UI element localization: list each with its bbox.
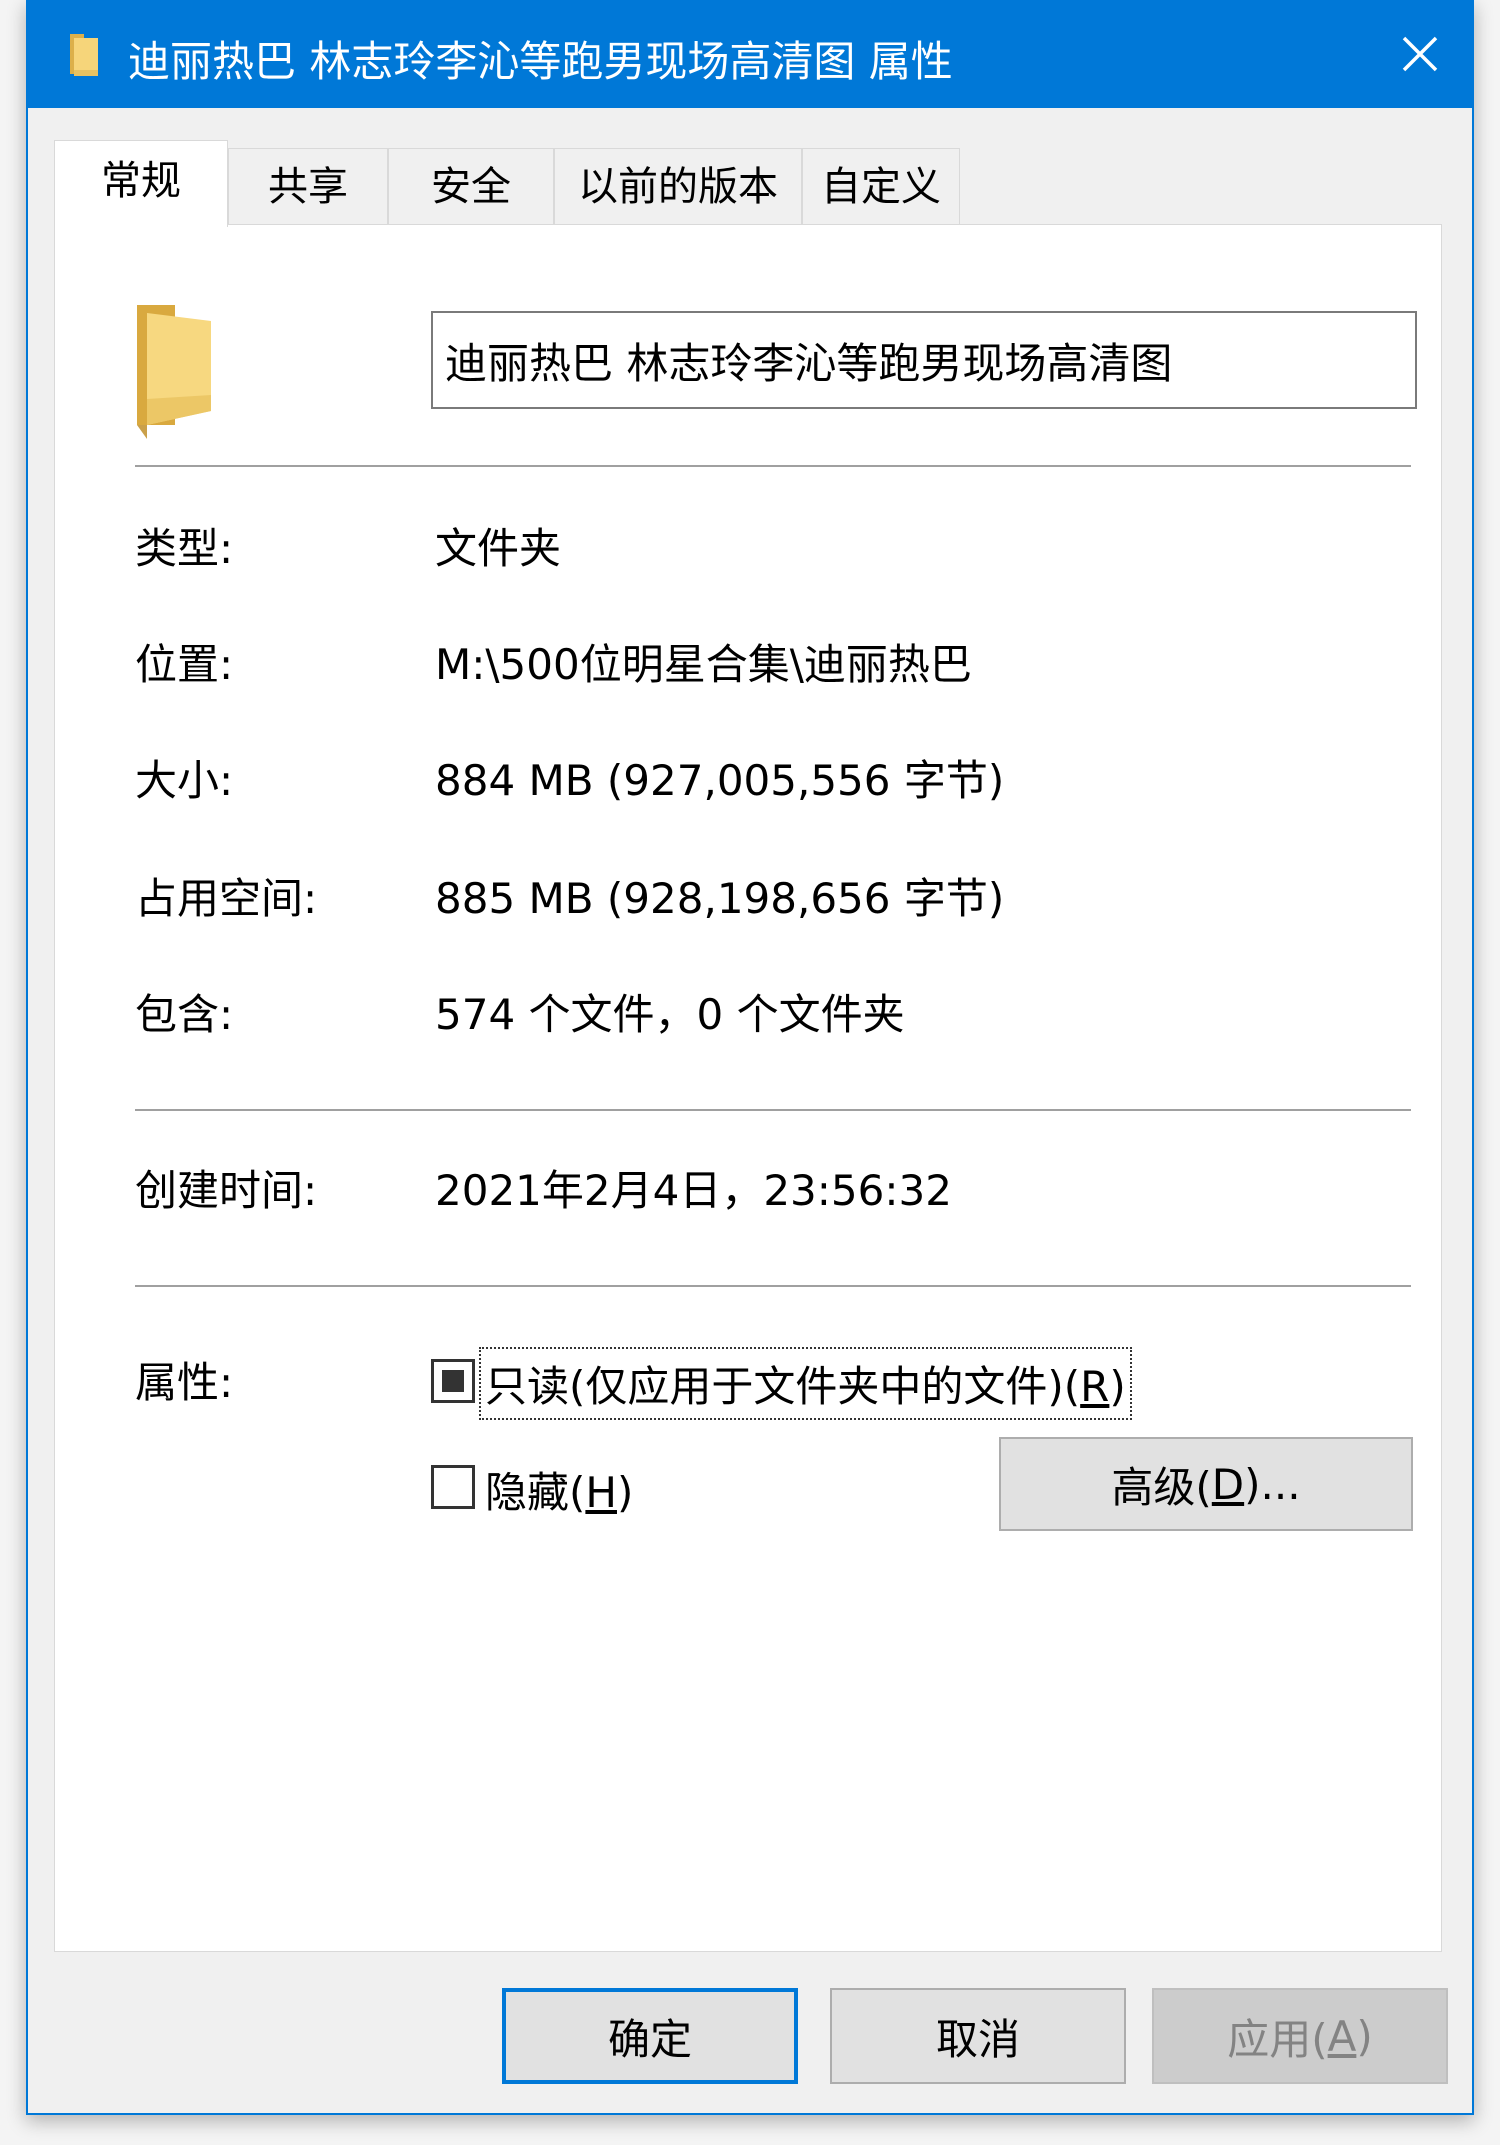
window-title: 迪丽热巴 林志玲李沁等跑男现场高清图 属性 [128,37,953,86]
created-value: 2021年2月4日，23:56:32 [435,1166,952,1215]
apply-text: 应用( [1227,2014,1328,2064]
title-bar[interactable]: 迪丽热巴 林志玲李沁等跑男现场高清图 属性 [28,2,1472,108]
advanced-close: )... [1244,1459,1301,1509]
attributes-label: 属性: [135,1358,234,1407]
properties-dialog: 迪丽热巴 林志玲李沁等跑男现场高清图 属性 常规 共享 安全 以前的版本 自定义… [26,0,1474,2115]
advanced-button[interactable]: 高级(D)... [999,1437,1413,1531]
hidden-accesskey: H [585,1468,617,1517]
folder-name-input[interactable] [431,311,1417,409]
tab-previous-versions[interactable]: 以前的版本 [554,148,802,224]
apply-button[interactable]: 应用(A) [1152,1988,1448,2084]
contains-label: 包含: [135,990,234,1039]
general-panel: 类型: 文件夹 位置: M:\500位明星合集\迪丽热巴 大小: 884 MB … [54,224,1442,1952]
size-label: 大小: [135,756,234,805]
advanced-text: 高级( [1111,1462,1212,1512]
advanced-accesskey: D [1211,1459,1245,1509]
cancel-button[interactable]: 取消 [830,1988,1126,2084]
separator [135,465,1411,467]
tab-security[interactable]: 安全 [388,148,554,224]
separator [135,1109,1411,1111]
hidden-text: 隐藏( [485,1468,586,1517]
tab-general[interactable]: 常规 [54,140,228,227]
location-label: 位置: [135,640,234,689]
ok-button[interactable]: 确定 [502,1988,798,2084]
apply-close: ) [1356,2011,1373,2061]
readonly-accesskey: R [1080,1362,1110,1411]
close-icon [1402,36,1438,72]
type-value: 文件夹 [435,524,562,573]
disk-size-value: 885 MB (928,198,656 字节) [435,874,1005,923]
readonly-label[interactable]: 只读(仅应用于文件夹中的文件)(R) [479,1347,1132,1420]
separator [135,1285,1411,1287]
readonly-text: 只读(仅应用于文件夹中的文件)( [485,1362,1081,1411]
apply-accesskey: A [1327,2011,1357,2061]
close-button[interactable] [1368,2,1472,106]
created-label: 创建时间: [135,1166,318,1215]
readonly-checkbox[interactable] [431,1359,475,1403]
hidden-checkbox[interactable] [431,1465,475,1509]
disk-size-label: 占用空间: [135,874,318,923]
hidden-close: ) [616,1468,634,1517]
hidden-label[interactable]: 隐藏(H) [485,1459,633,1520]
folder-icon [137,305,211,439]
contains-value: 574 个文件，0 个文件夹 [435,990,905,1039]
readonly-close: ) [1109,1362,1126,1411]
folder-icon [70,34,98,76]
tab-customize[interactable]: 自定义 [802,148,960,224]
tab-sharing[interactable]: 共享 [228,148,388,224]
location-value: M:\500位明星合集\迪丽热巴 [435,640,972,689]
type-label: 类型: [135,524,234,573]
size-value: 884 MB (927,005,556 字节) [435,756,1005,805]
